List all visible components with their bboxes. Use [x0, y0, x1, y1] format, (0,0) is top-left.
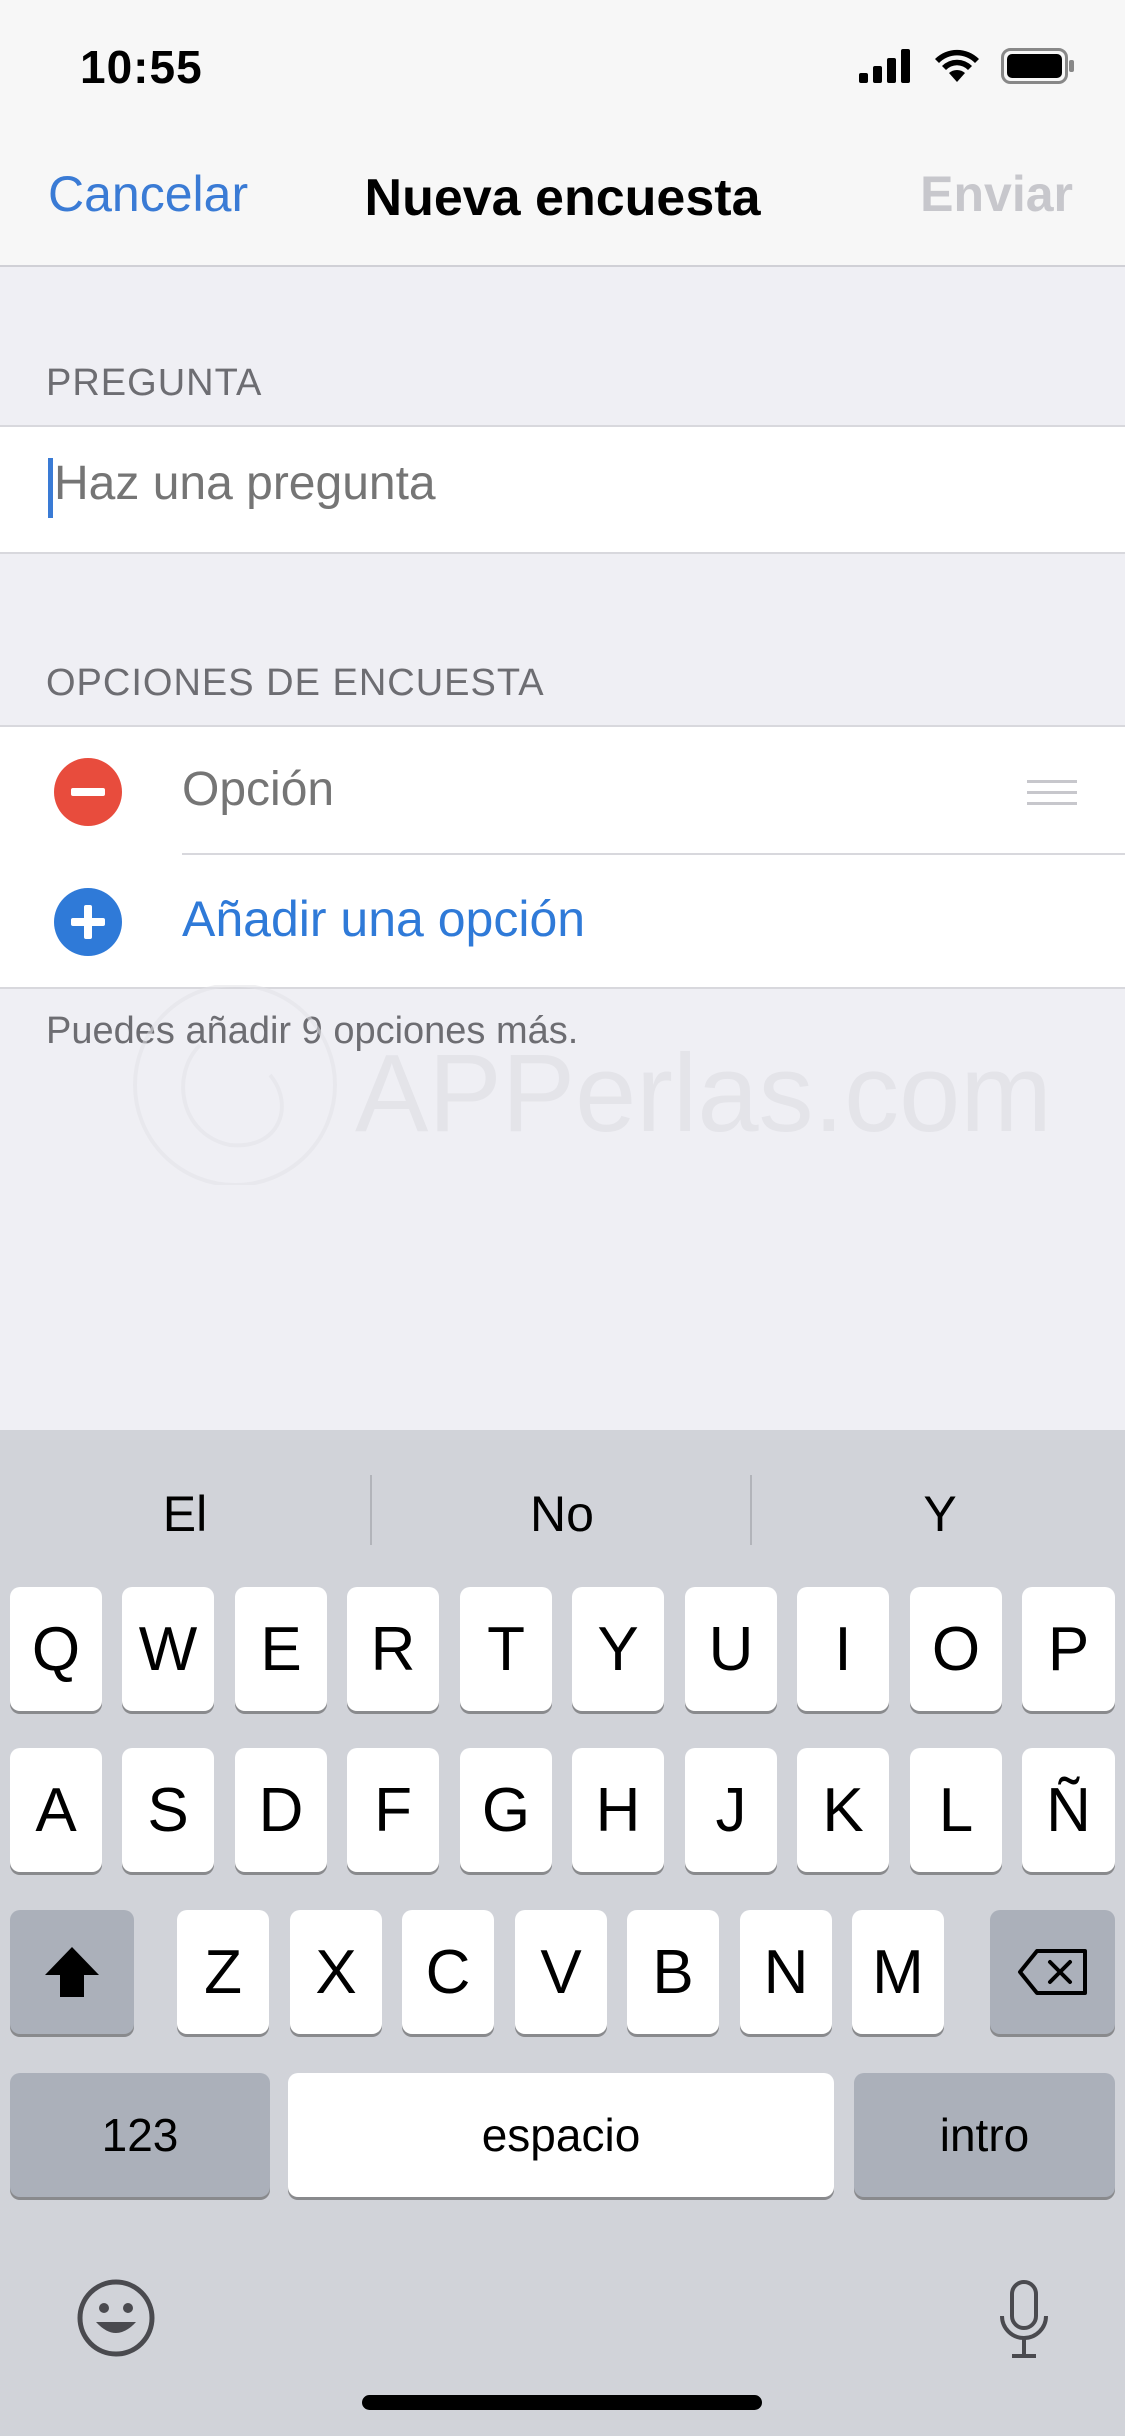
- key-n[interactable]: N: [740, 1910, 832, 2034]
- return-key[interactable]: intro: [854, 2073, 1115, 2197]
- add-option-icon[interactable]: [54, 888, 122, 956]
- watermark-text: APPerlas.com: [355, 1032, 1052, 1155]
- option-input[interactable]: [182, 762, 982, 817]
- options-section-header: OPCIONES DE ENCUESTA: [46, 662, 545, 704]
- key-o[interactable]: O: [910, 1587, 1002, 1711]
- shift-key[interactable]: [10, 1910, 134, 2034]
- microphone-icon[interactable]: [998, 2280, 1050, 2360]
- space-key[interactable]: espacio: [288, 2073, 834, 2197]
- key-d[interactable]: D: [235, 1748, 327, 1872]
- key-h[interactable]: H: [572, 1748, 664, 1872]
- keyboard: El No Y Q W E R T Y U I O P A S D F G H …: [0, 1430, 1125, 2436]
- home-indicator[interactable]: [362, 2395, 762, 2410]
- key-i[interactable]: I: [797, 1587, 889, 1711]
- key-t[interactable]: T: [460, 1587, 552, 1711]
- status-time: 10:55: [80, 41, 203, 93]
- key-c[interactable]: C: [402, 1910, 494, 2034]
- key-j[interactable]: J: [685, 1748, 777, 1872]
- key-g[interactable]: G: [460, 1748, 552, 1872]
- key-z[interactable]: Z: [177, 1910, 269, 2034]
- shift-icon: [45, 1947, 99, 1997]
- text-cursor: [48, 458, 53, 518]
- key-r[interactable]: R: [347, 1587, 439, 1711]
- delete-key[interactable]: [990, 1910, 1115, 2034]
- key-f[interactable]: F: [347, 1748, 439, 1872]
- battery-icon: [1001, 48, 1074, 84]
- add-option-button[interactable]: Añadir una opción: [182, 890, 585, 948]
- key-w[interactable]: W: [122, 1587, 214, 1711]
- key-u[interactable]: U: [685, 1587, 777, 1711]
- key-s[interactable]: S: [122, 1748, 214, 1872]
- emoji-icon[interactable]: [76, 2278, 156, 2358]
- reorder-handle-icon[interactable]: [1027, 780, 1077, 810]
- question-section-header: PREGUNTA: [46, 362, 263, 404]
- key-n-tilde[interactable]: Ñ: [1022, 1748, 1115, 1872]
- option-separator: [182, 853, 1125, 855]
- suggestion-2[interactable]: No: [377, 1485, 747, 1543]
- signal-icon: [859, 49, 910, 83]
- key-l[interactable]: L: [910, 1748, 1002, 1872]
- question-input[interactable]: [54, 456, 1054, 511]
- suggestion-3[interactable]: Y: [755, 1485, 1125, 1543]
- suggestion-1[interactable]: El: [0, 1485, 370, 1543]
- suggestion-divider: [370, 1475, 372, 1545]
- remove-option-button[interactable]: [54, 758, 122, 826]
- key-q[interactable]: Q: [10, 1587, 102, 1711]
- status-icons: [859, 48, 1075, 84]
- key-b[interactable]: B: [627, 1910, 719, 2034]
- key-k[interactable]: K: [797, 1748, 889, 1872]
- backspace-icon: [1017, 1949, 1087, 1995]
- send-button[interactable]: Enviar: [920, 165, 1073, 223]
- key-m[interactable]: M: [852, 1910, 944, 2034]
- key-p[interactable]: P: [1022, 1587, 1115, 1711]
- numbers-key[interactable]: 123: [10, 2073, 270, 2197]
- key-v[interactable]: V: [515, 1910, 607, 2034]
- key-y[interactable]: Y: [572, 1587, 664, 1711]
- suggestion-divider: [750, 1475, 752, 1545]
- wifi-icon: [935, 49, 979, 82]
- key-a[interactable]: A: [10, 1748, 102, 1872]
- key-e[interactable]: E: [235, 1587, 327, 1711]
- key-x[interactable]: X: [290, 1910, 382, 2034]
